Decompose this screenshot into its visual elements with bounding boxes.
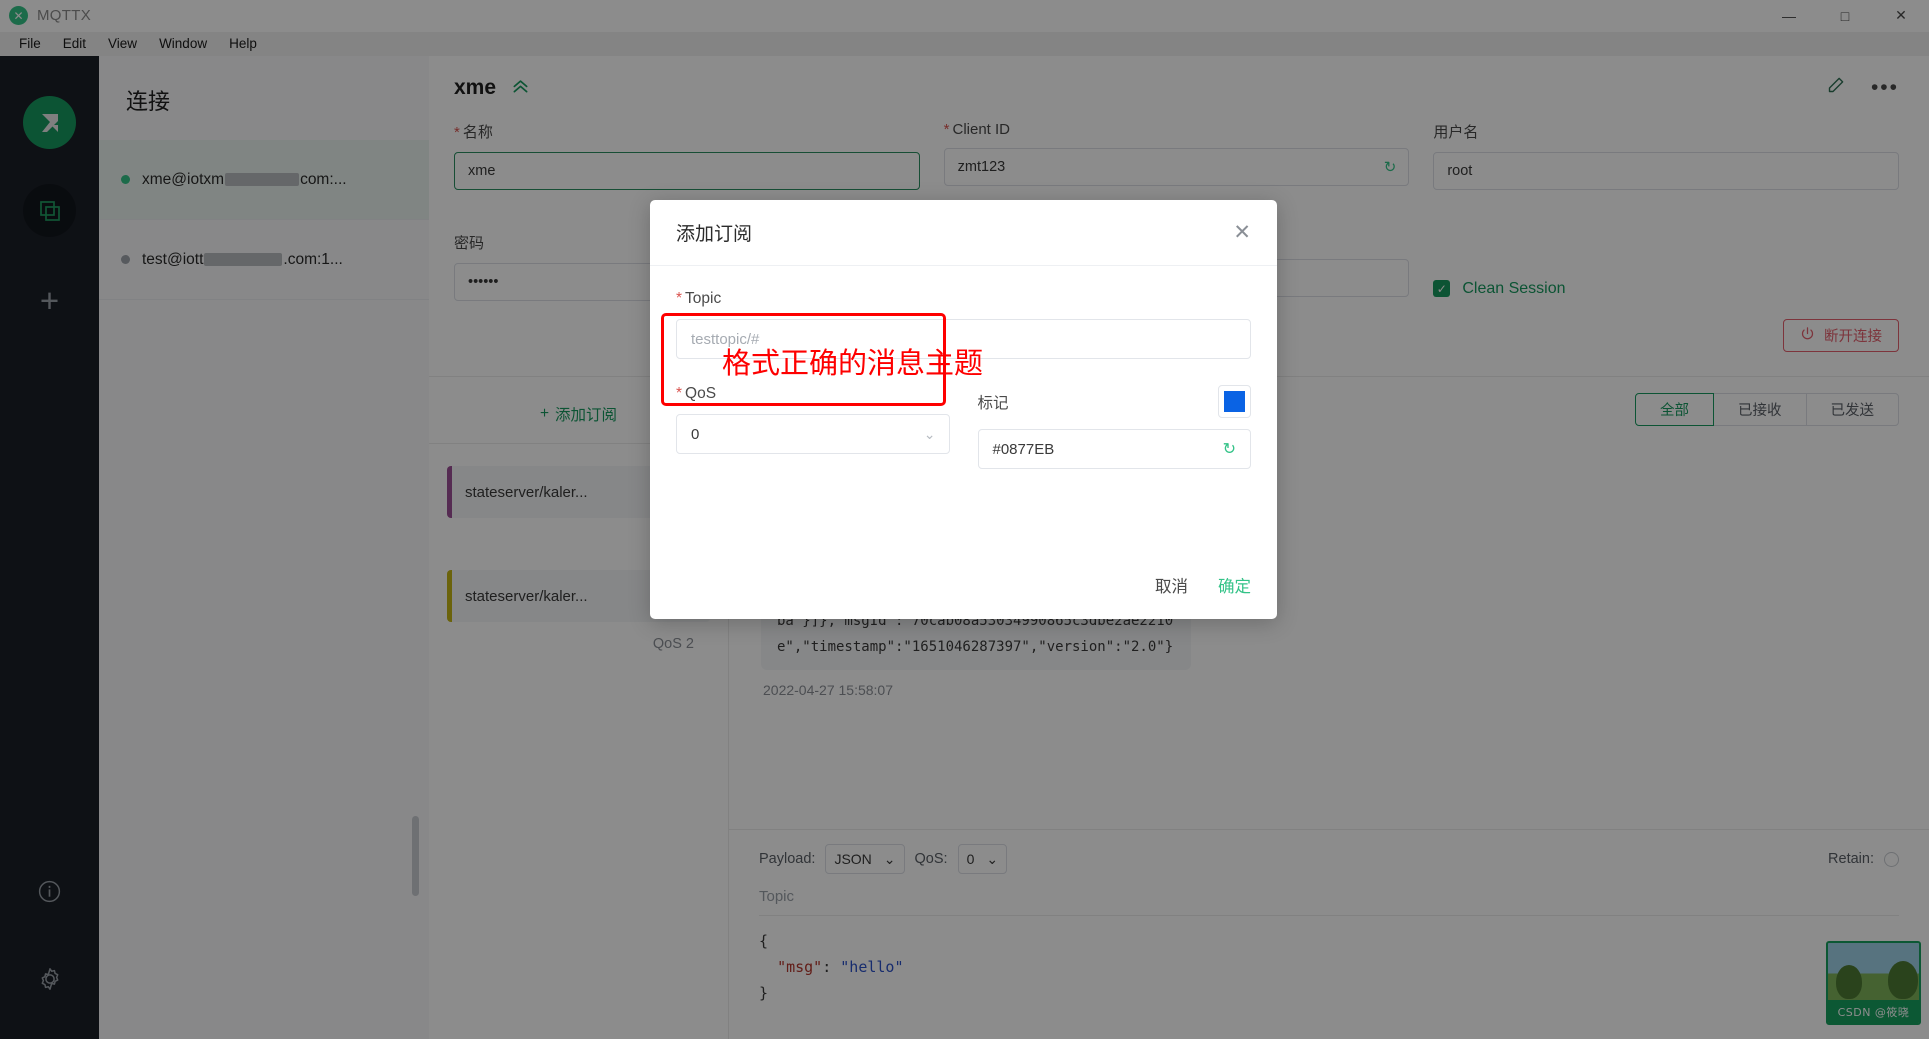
annotation-text: 格式正确的消息主题 <box>722 348 984 380</box>
tag-color-input[interactable]: #0877EB ↻ <box>977 429 1251 469</box>
dialog-footer: 取消 确定 <box>1155 573 1251 597</box>
dialog-title: 添加订阅 <box>676 224 753 245</box>
tag-color-value: #0877EB <box>992 440 1055 458</box>
chevron-down-icon: ⌄ <box>923 425 936 442</box>
color-swatch-button[interactable] <box>1218 385 1251 418</box>
color-swatch <box>1224 391 1245 412</box>
app-window: ✕ MQTTX — □ ✕ File Edit View Window Help <box>0 0 1929 1039</box>
topic-label: * Topic <box>676 290 722 307</box>
qos-value: 0 <box>691 425 700 443</box>
refresh-icon[interactable]: ↻ <box>1223 439 1236 459</box>
dialog-header: 添加订阅 ✕ <box>650 200 1277 266</box>
tag-label: 标记 <box>977 394 1009 412</box>
qos-select[interactable]: 0 ⌄ <box>676 414 950 454</box>
tag-label-row: 标记 <box>977 385 1251 418</box>
close-icon[interactable]: ✕ <box>1233 222 1251 243</box>
add-subscription-dialog: 添加订阅 ✕ * Topic testtopic/# * QoS 0 ⌄ 标记 … <box>650 200 1277 619</box>
confirm-button[interactable]: 确定 <box>1218 573 1251 597</box>
dialog-field-tag: 标记 #0877EB ↻ <box>977 385 1251 469</box>
cancel-button[interactable]: 取消 <box>1155 573 1188 597</box>
